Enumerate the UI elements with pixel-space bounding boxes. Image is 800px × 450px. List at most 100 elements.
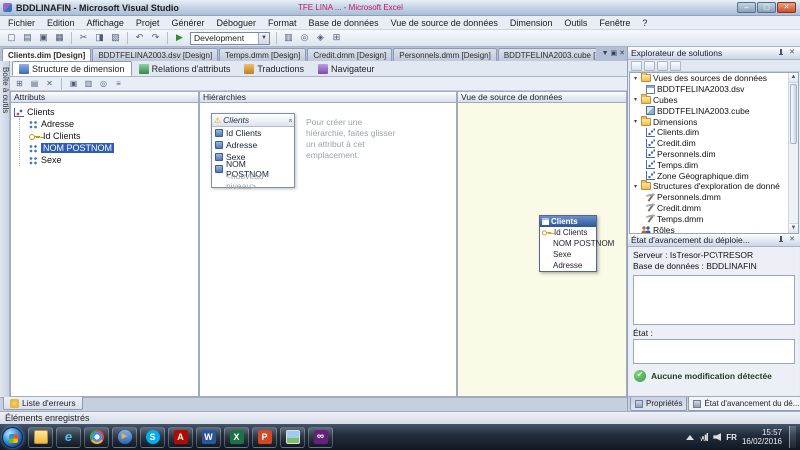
taskbar-internet-explorer[interactable] <box>56 427 81 448</box>
maximize-button[interactable] <box>757 2 776 13</box>
error-list-tab[interactable]: Liste d'erreurs <box>3 397 83 410</box>
taskbar-chrome[interactable] <box>84 427 109 448</box>
menu-generer[interactable]: Générer <box>165 16 210 30</box>
tree-item-structures-exploration[interactable]: Structures d'exploration de donné <box>630 181 798 192</box>
menu-dimension[interactable]: Dimension <box>504 16 559 30</box>
new-attribute-icon[interactable]: ⊞ <box>13 78 26 90</box>
deployment-panel-header[interactable]: État d'avancement du déploie... ✕ <box>628 234 800 247</box>
collapse-chevron-icon[interactable] <box>288 117 292 124</box>
float-window-icon[interactable]: ▣ <box>611 49 618 59</box>
menu-format[interactable]: Format <box>262 16 303 30</box>
start-button[interactable] <box>2 427 23 448</box>
tab-relations-attributs[interactable]: Relations d'attributs <box>132 61 238 76</box>
auto-hide-pin-icon[interactable] <box>777 48 785 58</box>
copy-icon[interactable] <box>92 31 107 45</box>
attribute-item-adresse[interactable]: Adresse <box>29 118 195 130</box>
toolbox-label[interactable]: Boîte à outils <box>0 67 10 113</box>
close-button[interactable] <box>777 2 796 13</box>
hierarchy-box-clients[interactable]: Clients Id Clients Adresse Sexe N <box>211 113 295 188</box>
paste-icon[interactable] <box>108 31 123 45</box>
auto-hide-pin-icon[interactable] <box>777 235 785 245</box>
cut-icon[interactable] <box>76 31 91 45</box>
tree-item-credit-dmm[interactable]: Credit.dmm <box>630 203 798 214</box>
tree-item-bddtfelina-cube[interactable]: BDDTFELINA2003.cube <box>630 105 798 116</box>
tree-item-roles[interactable]: Rôles <box>630 224 798 234</box>
language-indicator[interactable]: FR <box>726 433 737 442</box>
taskbar-visual-studio[interactable] <box>308 427 333 448</box>
tree-item-temps-dmm[interactable]: Temps.dmm <box>630 213 798 224</box>
new-hierarchy-icon[interactable]: ▤ <box>28 78 41 90</box>
start-debug-icon[interactable] <box>172 31 187 45</box>
refresh-icon[interactable] <box>657 61 668 71</box>
tree-item-clients-dim[interactable]: Clients.dim <box>630 127 798 138</box>
find-icon[interactable] <box>297 31 312 45</box>
attribute-item-nom-postnom[interactable]: NOM POSTNOM <box>29 142 195 154</box>
doc-tab-personnels-dmm[interactable]: Personnels.dmm [Design] <box>393 48 497 61</box>
show-all-files-icon[interactable] <box>644 61 655 71</box>
expand-arrow-icon[interactable] <box>632 75 639 82</box>
tab-etat-avancement[interactable]: État d'avancement du dé... <box>688 397 800 411</box>
attribute-item-sexe[interactable]: Sexe <box>29 154 195 166</box>
tree-item-zone-geographique-dim[interactable]: Zone Géographique.dim <box>630 170 798 181</box>
expand-arrow-icon[interactable] <box>632 118 639 125</box>
dsv-field-id-clients[interactable]: Id Clients <box>540 227 596 238</box>
dsv-table-header[interactable]: Clients <box>540 216 596 227</box>
attribute-view-icon[interactable]: ▥ <box>82 78 95 90</box>
menu-projet[interactable]: Projet <box>130 16 166 30</box>
doc-tab-bddtfelina-cube[interactable]: BDDTFELINA2003.cube [Design] <box>498 48 596 61</box>
menu-outils[interactable]: Outils <box>558 16 593 30</box>
close-pane-icon[interactable]: ✕ <box>787 235 797 245</box>
attribute-root-clients[interactable]: Clients <box>14 106 195 118</box>
tab-proprietes[interactable]: Propriétés <box>630 397 687 411</box>
close-document-icon[interactable]: ✕ <box>619 49 625 59</box>
show-desktop-button[interactable] <box>789 426 796 448</box>
tree-item-vues-des-sources[interactable]: Vues des sources de données <box>630 73 798 84</box>
chevron-down-icon[interactable]: ▼ <box>258 33 269 44</box>
scroll-down-icon[interactable]: ▼ <box>789 223 798 233</box>
solution-explorer-header[interactable]: Explorateur de solutions ✕ <box>628 47 800 60</box>
attribute-item-id-clients[interactable]: Id Clients <box>29 130 195 142</box>
expand-arrow-icon[interactable] <box>632 96 639 103</box>
tab-structure-de-dimension[interactable]: Structure de dimension <box>12 61 132 76</box>
doc-tab-clients-dim[interactable]: Clients.dim [Design] <box>2 48 91 61</box>
menu-deboguer[interactable]: Déboguer <box>210 16 262 30</box>
new-item-icon[interactable] <box>4 31 19 45</box>
network-icon[interactable] <box>699 433 708 441</box>
tab-traductions[interactable]: Traductions <box>237 61 311 76</box>
dsv-table-clients[interactable]: Clients Id Clients NOM POSTNOM Sexe Adre… <box>539 215 597 272</box>
scrollbar-thumb[interactable] <box>790 84 797 144</box>
taskbar-skype[interactable] <box>140 427 165 448</box>
tree-item-dimensions[interactable]: Dimensions <box>630 116 798 127</box>
redo-icon[interactable] <box>148 31 163 45</box>
hierarchy-level-adresse[interactable]: Adresse <box>212 139 294 151</box>
menu-fichier[interactable]: Fichier <box>2 16 41 30</box>
tree-item-cubes[interactable]: Cubes <box>630 95 798 106</box>
doc-tab-credit-dmm[interactable]: Credit.dmm [Design] <box>307 48 392 61</box>
scroll-up-icon[interactable]: ▲ <box>789 73 798 83</box>
minimize-button[interactable] <box>737 2 756 13</box>
volume-icon[interactable] <box>713 433 721 441</box>
tree-item-personnels-dmm[interactable]: Personnels.dmm <box>630 192 798 203</box>
tree-scrollbar[interactable]: ▲ ▼ <box>788 73 798 233</box>
dsv-field-nom-postnom[interactable]: NOM POSTNOM <box>540 238 596 249</box>
dsv-field-sexe[interactable]: Sexe <box>540 249 596 260</box>
view-designer-icon[interactable] <box>670 61 681 71</box>
hierarchy-box-header[interactable]: Clients <box>212 114 294 127</box>
close-pane-icon[interactable]: ✕ <box>787 48 797 58</box>
taskbar-adobe-reader[interactable] <box>168 427 193 448</box>
solution-explorer-icon[interactable] <box>313 31 328 45</box>
save-all-icon[interactable] <box>52 31 67 45</box>
expand-arrow-icon[interactable] <box>632 183 639 190</box>
menu-base-de-donnees[interactable]: Base de données <box>303 16 385 30</box>
delete-icon[interactable]: ✕ <box>43 78 56 90</box>
toolbox-autohide-tab[interactable]: Boîte à outils <box>0 61 10 397</box>
properties-window-icon[interactable] <box>281 31 296 45</box>
menu-vue-de-source[interactable]: Vue de source de données <box>385 16 504 30</box>
doc-tab-temps-dmm[interactable]: Temps.dmm [Design] <box>219 48 306 61</box>
tree-item-temps-dim[interactable]: Temps.dim <box>630 159 798 170</box>
doc-tab-bddtfelina-dsv[interactable]: BDDTFELINA2003.dsv [Design] <box>92 48 218 61</box>
taskbar-powerpoint[interactable] <box>252 427 277 448</box>
menu-edition[interactable]: Edition <box>41 16 81 30</box>
taskbar-word[interactable] <box>196 427 221 448</box>
zoom-icon[interactable]: ◎ <box>97 78 110 90</box>
